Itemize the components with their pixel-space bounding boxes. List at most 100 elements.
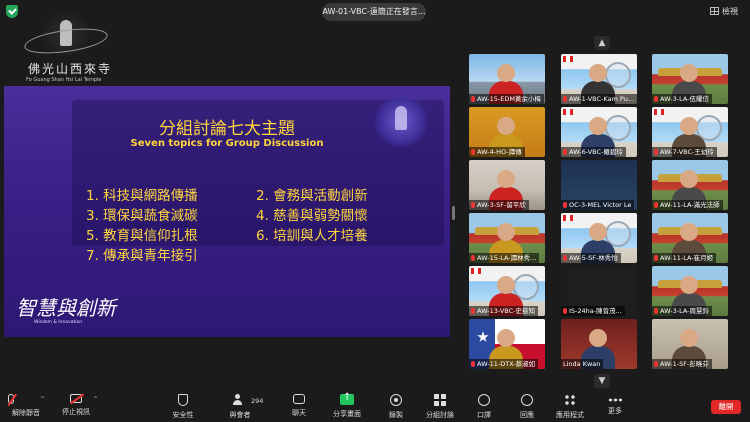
participant-face [589,329,607,347]
participant-name: AW-6-VBC-羅碧玲 [561,147,626,157]
topic-item: 7. 傳承與青年接引 [86,248,198,264]
muted-mic-icon [654,308,658,314]
shared-screen-slide: 分組討論七大主題 Seven topics for Group Discussi… [4,86,450,337]
participant-tile[interactable]: AW-1-SF-彭曉芬 [652,319,728,369]
breakout-rooms-label: 分組討論 [426,411,454,419]
participant-face [589,64,607,82]
top-bar: AW-01-VBC-遠簡正在發言... 檢視 [0,0,750,24]
slide-title: 分組討論七大主題 [159,119,295,139]
muted-mic-icon [563,255,567,261]
participant-tile[interactable]: AW-7-VBC-王幼玲 [652,107,728,157]
participant-face [680,276,698,294]
participant-name: AW-5-SF-林秀怡 [561,253,621,263]
chat-bubble-icon [293,394,305,404]
participants-icon [233,394,247,406]
participants-label: 與會者 [229,411,251,419]
temple-name-en: Fo Guang Shan Hsi Lai Temple [26,77,102,83]
smiley-icon [521,394,533,406]
temple-logo: 佛光山西來寺 Fo Guang Shan Hsi Lai Temple [18,8,110,90]
interpretation-button[interactable]: 口譯 [462,394,506,420]
muted-mic-icon [654,361,658,367]
participant-face [680,117,698,135]
encryption-shield-icon[interactable] [6,5,18,18]
participant-name: IS-24ha-陳曾茂... [561,306,625,316]
stop-video-button[interactable]: 停止視訊 [54,394,98,417]
muted-mic-icon [654,255,658,261]
gallery-up-arrow-icon[interactable]: ▲ [594,36,610,50]
participant-tile[interactable]: AW-11-DTX-蔡淑如 [469,319,545,369]
participant-tile[interactable]: AW-15-EDM黃余小梅 [469,54,545,104]
participant-tile[interactable]: AW-1-VBC-Kam Pu... [561,54,637,104]
participant-name-text: AW-1-VBC-Kam Pu... [569,95,635,103]
video-options-caret-icon[interactable]: ^ [93,396,98,403]
more-button[interactable]: 更多 [593,394,637,416]
participant-tile[interactable]: AW-6-VBC-羅碧玲 [561,107,637,157]
gallery-down-arrow-icon[interactable]: ▼ [594,374,610,388]
participant-name-text: Linda Kwan [563,360,601,368]
participant-name-text: AW-3-SF-留平欣 [477,201,526,209]
reactions-button[interactable]: 回應 [505,394,549,420]
participant-tile[interactable]: AW-3-SF-留平欣 [469,160,545,210]
topic-item: 6. 培訓與人才培養 [256,228,368,244]
participant-name-text: AW-15-EDM黃余小梅 [477,95,541,103]
zoom-meeting-window: AW-01-VBC-遠簡正在發言... 檢視 佛光山西來寺 Fo Guang S… [0,0,750,422]
participant-face [680,64,698,82]
participant-tile[interactable]: Linda Kwan [561,319,637,369]
participants-count: 294 [251,397,264,405]
participant-name: AW-15-EDM黃余小梅 [469,94,544,104]
participant-name-text: AW-11-LA-滿光法師 [660,201,720,209]
panel-resize-handle[interactable] [452,206,455,220]
muted-mic-icon [471,255,475,261]
view-button-label: 檢視 [722,7,738,16]
canada-flag-icon [654,109,664,115]
apps-button[interactable]: 應用程式 [548,394,592,420]
participant-name-text: IS-24ha-陳曾茂... [569,307,622,315]
participant-name-text: AW-4-HO-譚傳 [477,148,522,156]
participant-tile[interactable]: AW-13-VBC-史慈知 [469,266,545,316]
participant-name-text: AW-15-LA-譚林秀... [477,254,537,262]
breakout-rooms-button[interactable]: 分組討論 [418,394,462,420]
participant-tile[interactable]: AW-4-HO-譚傳 [469,107,545,157]
muted-mic-icon [654,96,658,102]
muted-mic-icon [471,308,475,314]
participant-tile[interactable]: OC-3-MEL Victor Le [561,160,637,210]
participant-tile[interactable]: AW-11-LA-崔月姬 [652,213,728,263]
security-button[interactable]: 安全性 [161,394,205,420]
chat-button[interactable]: 聊天 [277,394,321,418]
more-dots-icon [608,398,622,402]
audio-options-caret-icon[interactable]: ^ [40,396,45,403]
reactions-label: 回應 [520,411,534,419]
muted-mic-icon [563,149,567,155]
participant-tile[interactable]: AW-3-LA-周慧鈴 [652,266,728,316]
topic-item: 1. 科技與網路傳播 [86,188,198,204]
participant-tile[interactable]: AW-5-SF-林秀怡 [561,213,637,263]
breakout-rooms-icon [434,394,446,406]
participant-face [497,117,515,135]
participant-name-text: AW-3-LA-周慧鈴 [660,307,710,315]
share-screen-button[interactable]: 分享畫面 [325,392,369,419]
participant-tile[interactable]: AW-15-LA-譚林秀... [469,213,545,263]
participant-name: AW-11-LA-滿光法師 [652,200,723,210]
participant-face [497,170,515,188]
participant-tile[interactable]: AW-11-LA-滿光法師 [652,160,728,210]
participant-name-text: AW-13-VBC-史慈知 [477,307,536,315]
participant-face [497,223,515,241]
topic-item: 5. 教育與信仰扎根 [86,228,198,244]
participant-name: AW-4-HO-譚傳 [469,147,525,157]
participant-name-text: AW-6-VBC-羅碧玲 [569,148,623,156]
participant-name: AW-3-LA-伍耀信 [652,94,713,104]
participant-tile[interactable]: AW-3-LA-伍耀信 [652,54,728,104]
leave-button[interactable]: 離開 [711,400,741,414]
stop-video-label: 停止視訊 [62,408,90,416]
muted-mic-icon [563,96,567,102]
participant-name-text: AW-3-LA-伍耀信 [660,95,710,103]
record-button[interactable]: 錄製 [374,394,418,420]
participant-name: OC-3-MEL Victor Le [561,200,635,210]
participant-name: AW-3-LA-周慧鈴 [652,306,713,316]
participant-name: AW-11-DTX-蔡淑如 [469,359,539,369]
muted-mic-icon [471,96,475,102]
view-button[interactable]: 檢視 [710,4,746,19]
participant-tile[interactable]: IS-24ha-陳曾茂... [561,266,637,316]
participant-face [497,276,515,294]
participant-name: AW-3-SF-留平欣 [469,200,529,210]
